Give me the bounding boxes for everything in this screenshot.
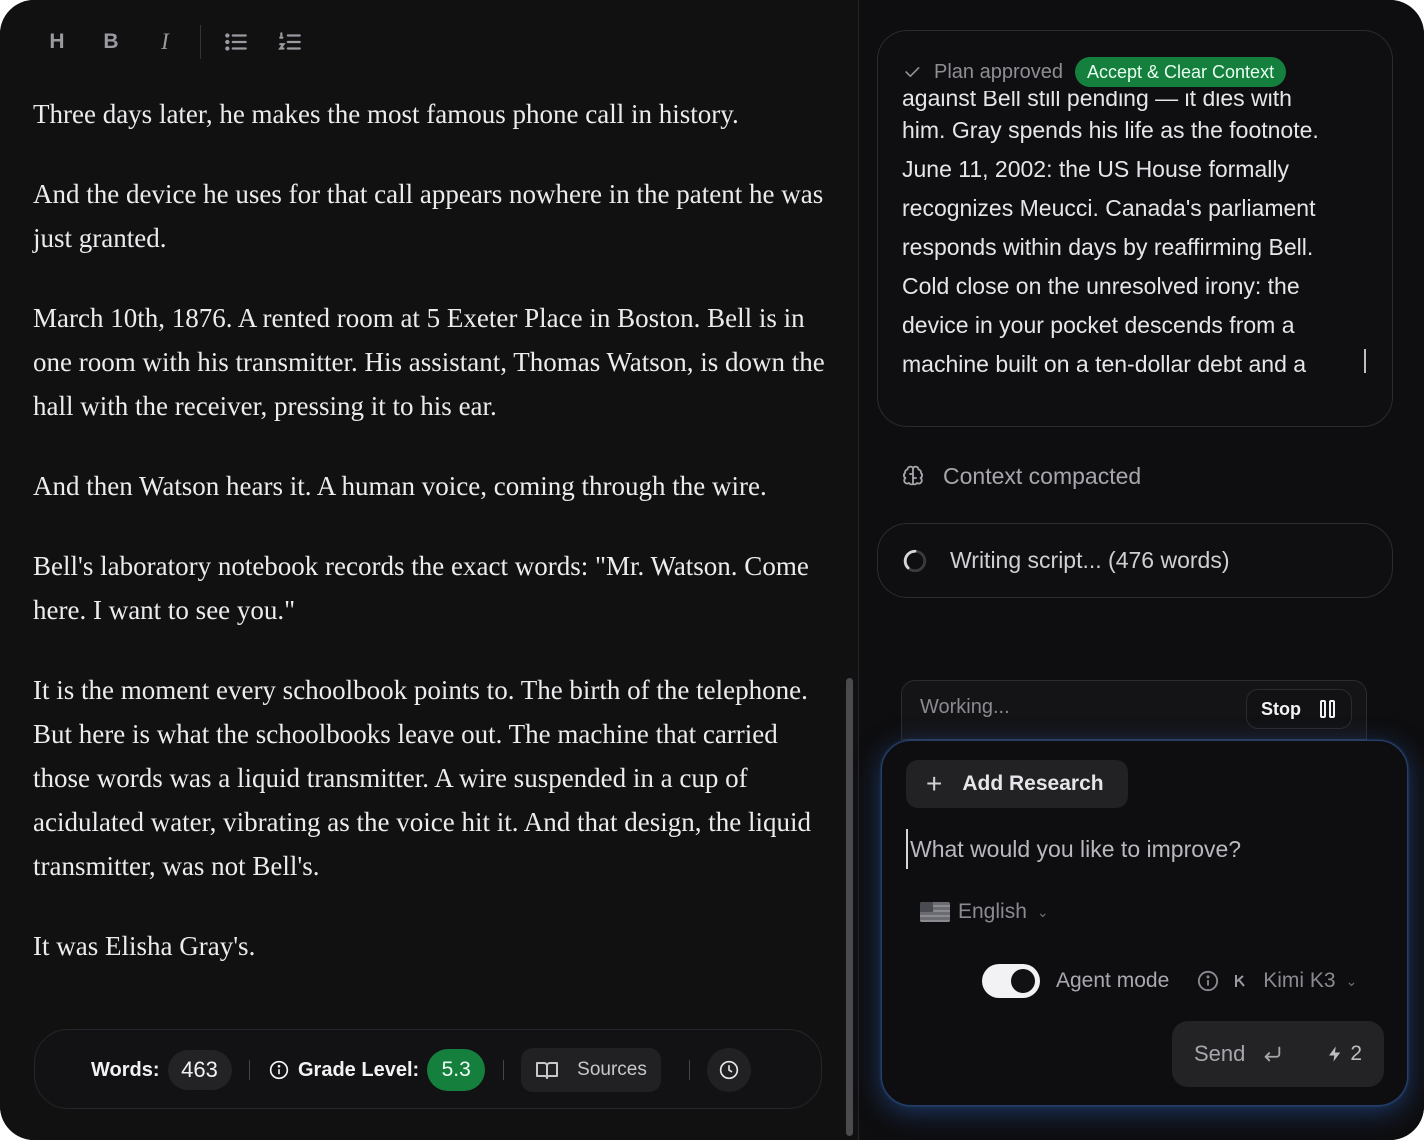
credits-indicator: 2 [1326,1042,1362,1066]
plan-line: recognizes Meucci. Canada's parliament [902,195,1316,221]
words-value: 463 [167,1050,232,1090]
words-label: Words: [91,1058,160,1081]
chevron-down-icon: ⌄ [1036,903,1049,920]
grade-level: Grade Level: 5.3 [269,1030,486,1110]
paragraph: Bell's laboratory notebook records the e… [33,551,809,625]
language-label: English [958,900,1027,923]
plan-line: June 11, 2002: the US House formally [902,156,1289,182]
document-statusbar: Words: 463 Grade Level: 5.3 Sources [34,1029,822,1109]
plan-line: responds within days by reaffirming Bell… [902,234,1314,260]
bullet-list-icon [225,33,247,51]
info-icon[interactable] [1197,970,1219,992]
prompt-input[interactable] [906,829,1376,869]
agent-mode-row: Agent mode Kimi K3 ⌄ [982,963,1357,999]
plan-status: Plan approved [934,60,1063,83]
plan-scrollbar[interactable] [1364,349,1366,373]
stop-button[interactable]: Stop [1246,689,1352,729]
agent-mode-toggle[interactable] [982,964,1040,998]
statusbar-divider [249,1060,250,1080]
agent-mode-label: Agent mode [1056,969,1170,992]
plan-card: Plan approved Accept & Clear Context aga… [877,30,1393,427]
italic-button[interactable]: I [144,22,186,62]
word-count: Words: 463 [91,1030,232,1110]
add-research-label: Add Research [962,772,1104,795]
language-selector[interactable]: English ⌄ [920,897,1049,927]
plan-header: Plan approved Accept & Clear Context [902,57,1287,87]
sources-label: Sources [577,1059,647,1080]
toolbar-divider [200,25,201,59]
model-selector[interactable]: Kimi K3 ⌄ [1233,969,1357,993]
heading-button[interactable]: H [36,22,78,62]
prompt-composer: + Add Research English ⌄ Agent mode [881,740,1408,1106]
chevron-down-icon: ⌄ [1345,972,1358,989]
context-compacted-label: Context compacted [943,462,1142,489]
working-label: Working... [920,696,1010,718]
bold-button[interactable]: B [90,22,132,62]
accept-clear-context-button[interactable]: Accept & Clear Context [1074,57,1287,87]
working-bar: Working... Stop [901,680,1367,740]
app-window: H B I Three days later, he makes the mos… [0,0,1424,1140]
grade-badge: 5.3 [427,1049,486,1091]
history-button[interactable] [707,1048,751,1092]
plan-text: against Bell still pending — it dies wit… [902,91,1372,384]
clock-icon [719,1060,739,1080]
writing-status-label: Writing script... (476 words) [950,547,1230,573]
pause-icon [1320,700,1335,718]
agent-panel: Plan approved Accept & Clear Context aga… [859,0,1424,1140]
paragraph: And the device he uses for that call app… [33,179,824,253]
paragraph: It was Elisha Gray's. [33,931,256,961]
send-button[interactable]: Send 2 [1172,1021,1384,1087]
book-icon [536,1062,559,1079]
plan-line: him. Gray spends his life as the footnot… [902,117,1319,143]
editor-pane: H B I Three days later, he makes the mos… [0,0,858,1140]
plan-line: machine built on a ten-dollar debt and a [902,351,1307,377]
editor-scrollbar[interactable] [846,678,853,1136]
check-icon [905,67,920,77]
paragraph: It is the moment every schoolbook points… [33,675,811,881]
context-compacted-row: Context compacted [901,458,1141,494]
plan-line: Cold close on the unresolved irony: the [902,273,1300,299]
bolt-icon [1329,1046,1341,1062]
us-flag-icon [920,902,950,922]
send-label: Send [1194,1041,1246,1066]
plan-line: device in your pocket descends from a [902,312,1295,338]
document-body[interactable]: Three days later, he makes the most famo… [33,92,833,1004]
spinner-icon [903,549,927,572]
kimi-logo-icon [1235,975,1246,987]
statusbar-divider [503,1060,504,1080]
brain-icon [903,465,923,486]
stop-label: Stop [1261,698,1301,719]
credits-count: 2 [1350,1042,1362,1065]
plus-icon: + [926,768,943,799]
enter-icon [1265,1046,1281,1062]
writing-status-card: Writing script... (476 words) [877,523,1393,598]
paragraph: And then Watson hears it. A human voice,… [33,471,767,501]
statusbar-divider [689,1060,690,1080]
paragraph: March 10th, 1876. A rented room at 5 Exe… [33,303,825,421]
format-toolbar: H B I [36,22,323,62]
bullet-list-button[interactable] [215,22,257,62]
plan-line-clipped: against Bell still pending — it dies wit… [902,91,1292,111]
model-label: Kimi K3 [1263,969,1336,992]
add-research-button[interactable]: + Add Research [906,760,1128,808]
grade-label: Grade Level: [298,1058,420,1081]
paragraph: Three days later, he makes the most famo… [33,99,739,129]
numbered-list-icon [278,32,301,50]
info-icon [269,1060,289,1080]
numbered-list-button[interactable] [269,22,311,62]
sources-button[interactable]: Sources [521,1048,661,1092]
